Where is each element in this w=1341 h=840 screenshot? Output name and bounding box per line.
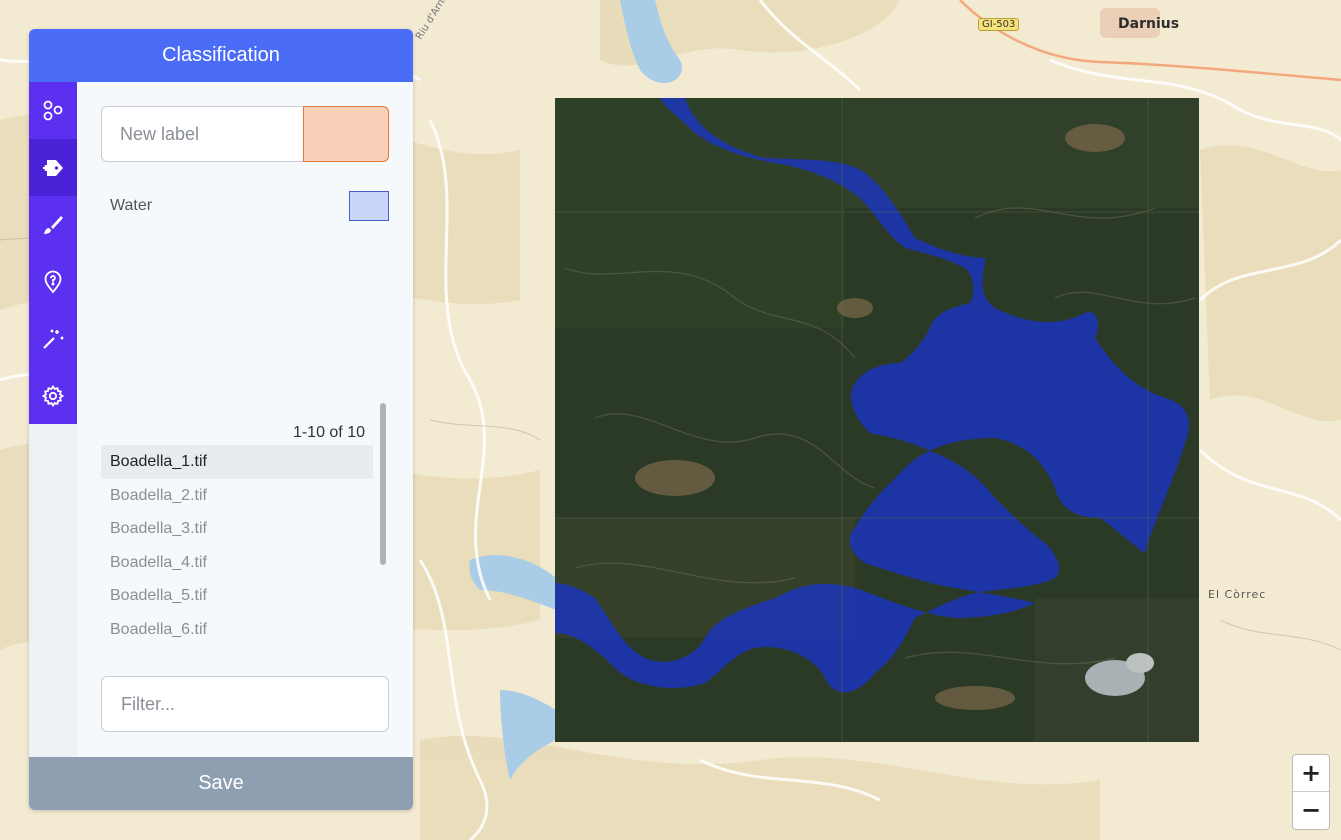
place-label-darnius: Darnius — [1118, 16, 1180, 32]
file-item[interactable]: Boadella_1.tif — [101, 445, 373, 479]
magic-wand-tool-button[interactable] — [29, 310, 77, 367]
label-name: Water — [110, 197, 153, 214]
tag-add-icon — [43, 159, 63, 176]
brush-tool-button[interactable] — [29, 196, 77, 253]
classification-panel: Classification New label Water 1-10 of 1… — [29, 29, 413, 810]
magic-wand-icon — [43, 328, 64, 349]
map-pin-question-icon — [44, 270, 62, 293]
label-color-swatch[interactable] — [349, 191, 389, 221]
file-items: Boadella_1.tif Boadella_2.tif Boadella_3… — [101, 445, 373, 647]
file-item[interactable]: Boadella_6.tif — [101, 613, 373, 647]
file-list-scrollbar[interactable] — [380, 403, 386, 565]
filter-input[interactable] — [101, 676, 389, 732]
zoom-in-button[interactable]: + — [1293, 755, 1329, 792]
panel-content: Water 1-10 of 10 Boadella_1.tif Boadella… — [77, 82, 413, 757]
gear-icon — [41, 384, 65, 407]
file-count: 1-10 of 10 — [292, 424, 365, 441]
label-item[interactable]: Water — [101, 190, 389, 222]
new-label-color-picker[interactable] — [303, 106, 389, 162]
road-label: GI-503 — [978, 18, 1020, 31]
file-item[interactable]: Boadella_5.tif — [101, 579, 373, 613]
save-button[interactable]: Save — [29, 757, 413, 810]
panel-title: Classification — [29, 29, 413, 82]
file-item[interactable]: Boadella_2.tif — [101, 479, 373, 513]
settings-button[interactable] — [29, 367, 77, 424]
file-item[interactable]: Boadella_4.tif — [101, 546, 373, 580]
new-label-row — [101, 106, 389, 162]
brush-icon — [44, 215, 63, 234]
satellite-image-tile[interactable] — [555, 98, 1199, 742]
clusters-icon — [43, 100, 63, 120]
zoom-out-button[interactable]: − — [1293, 792, 1329, 828]
zoom-control: + − — [1292, 754, 1330, 830]
tool-sidebar — [29, 82, 77, 757]
clusters-tool-button[interactable] — [29, 82, 77, 139]
file-list: 1-10 of 10 Boadella_1.tif Boadella_2.tif… — [101, 400, 389, 653]
place-label-el-correc: El Còrrec — [1208, 588, 1267, 601]
new-label-input[interactable] — [101, 106, 303, 162]
file-item[interactable]: Boadella_3.tif — [101, 512, 373, 546]
point-tool-button[interactable] — [29, 253, 77, 310]
label-tool-button[interactable] — [29, 139, 77, 196]
